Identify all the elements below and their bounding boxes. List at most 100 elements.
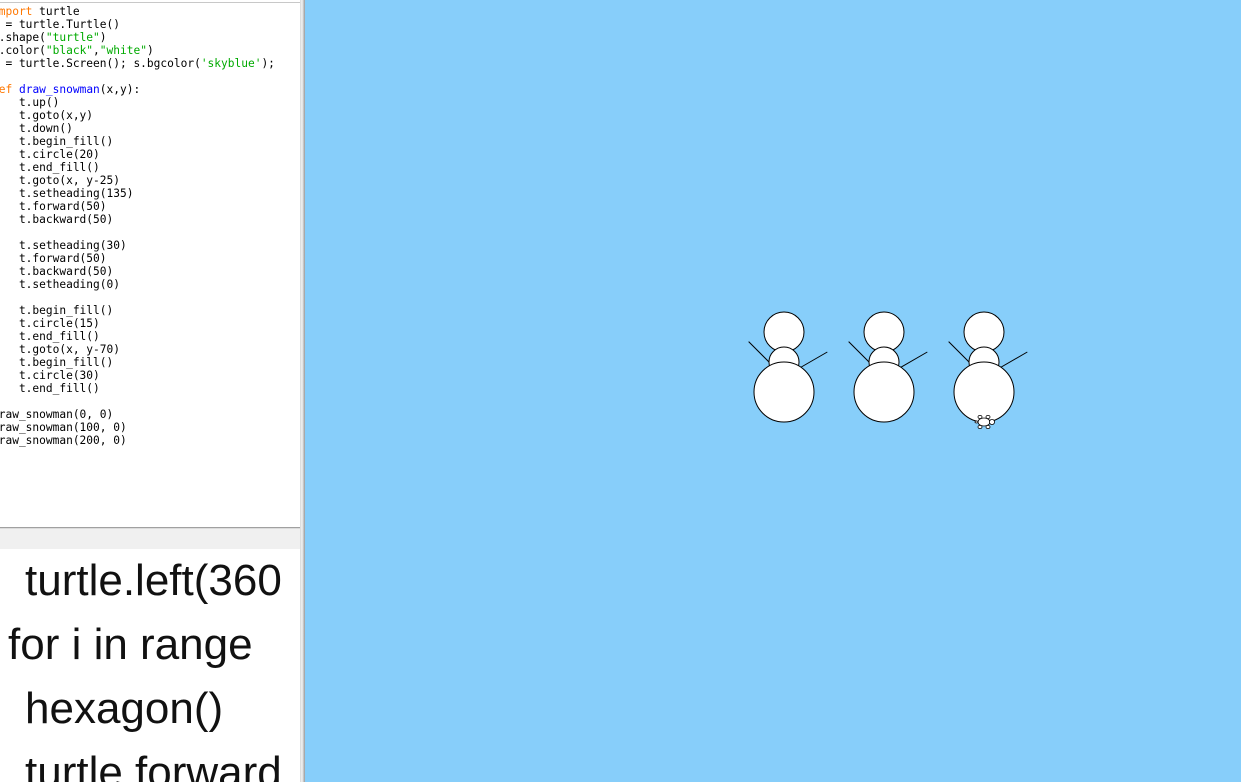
turtle-part (989, 419, 995, 425)
code-token: s = turtle.Screen(); s.bgcolor( (0, 57, 201, 70)
slide-line-turtle-forward: turtle.forward (25, 748, 282, 782)
code-token: "turtle" (45, 31, 100, 44)
code-line[interactable]: t.begin_fill() (0, 135, 275, 148)
code-token: t.backward(50) (0, 213, 114, 226)
code-line[interactable]: t.backward(50) (0, 213, 275, 226)
code-token: t.setheading(0) (0, 278, 120, 291)
turtle-part (977, 425, 983, 430)
code-token: t.setheading(30) (0, 239, 127, 252)
code-token: ) (99, 31, 107, 44)
code-line[interactable]: t.circle(15) (0, 317, 275, 330)
turtle-part (985, 415, 991, 420)
code-line[interactable]: t.color("black","white") (0, 44, 275, 57)
turtle-part (977, 415, 983, 420)
snowman-body (853, 361, 915, 423)
slide-line-for-loop: for i in range (8, 620, 253, 669)
code-token: t.backward(50) (0, 265, 114, 278)
turtle-drawing (305, 0, 1241, 782)
code-token: t.color( (0, 44, 46, 57)
turtle-part (977, 417, 991, 427)
code-line[interactable]: draw_snowman(100, 0) (0, 421, 275, 434)
code-line[interactable]: t.goto(x,y) (0, 109, 275, 122)
code-token: t.shape( (0, 31, 46, 44)
code-token: draw_snowman(200, 0) (0, 434, 127, 447)
code-token: t.circle(30) (0, 369, 100, 382)
code-line[interactable]: t.setheading(0) (0, 278, 275, 291)
code-token: t.end_fill() (0, 382, 100, 395)
code-token: t.setheading(135) (0, 187, 134, 200)
code-token: t.down() (0, 122, 73, 135)
snowman-head (763, 311, 805, 353)
code-token: t.begin_fill() (0, 135, 114, 148)
code-line[interactable]: t.begin_fill() (0, 304, 275, 317)
code-token: ) (146, 44, 154, 57)
code-token: draw_snowman (18, 83, 100, 96)
turtle-part (974, 420, 979, 424)
code-token: t.goto(x,y) (0, 109, 94, 122)
code-token: t.begin_fill() (0, 356, 114, 369)
code-line[interactable]: t.goto(x, y-70) (0, 343, 275, 356)
slide-line-hexagon: hexagon() (25, 684, 224, 733)
code-token: (x,y): (99, 83, 141, 96)
snowman-body (953, 361, 1015, 423)
code-line[interactable]: t.circle(20) (0, 148, 275, 161)
code-token: t.goto(x, y-25) (0, 174, 120, 187)
editor-top-edge (0, 0, 300, 3)
code-line[interactable]: draw_snowman(0, 0) (0, 408, 275, 421)
code-line[interactable]: t.shape("turtle") (0, 31, 275, 44)
code-token: def (0, 83, 13, 96)
code-line[interactable]: t.setheading(135) (0, 187, 275, 200)
turtle-part (985, 425, 991, 430)
code-line[interactable]: t.end_fill() (0, 330, 275, 343)
code-token: t.begin_fill() (0, 304, 114, 317)
code-text[interactable]: import turtlet = turtle.Turtle()t.shape(… (0, 5, 275, 447)
code-token: draw_snowman(0, 0) (0, 408, 114, 421)
code-line[interactable]: t.end_fill() (0, 161, 275, 174)
code-token: t.end_fill() (0, 330, 100, 343)
code-line[interactable]: t = turtle.Turtle() (0, 18, 275, 31)
code-token: t.end_fill() (0, 161, 100, 174)
code-token: t.circle(15) (0, 317, 100, 330)
code-editor[interactable]: import turtlet = turtle.Turtle()t.shape(… (0, 0, 300, 528)
code-token: turtle (32, 5, 80, 18)
code-line[interactable]: t.setheading(30) (0, 239, 275, 252)
code-token: "black" (45, 44, 94, 57)
code-token: import (0, 5, 33, 18)
code-token: t.forward(50) (0, 200, 107, 213)
code-line[interactable]: t.circle(30) (0, 369, 275, 382)
snowman-head (963, 311, 1005, 353)
code-line[interactable] (0, 291, 275, 304)
editor-status-gap (0, 528, 300, 549)
code-line[interactable]: t.up() (0, 96, 275, 109)
code-line[interactable]: t.goto(x, y-25) (0, 174, 275, 187)
slide-line-turtle-left: turtle.left(360 (25, 556, 282, 605)
code-line[interactable]: t.end_fill() (0, 382, 275, 395)
code-token: , (93, 44, 100, 57)
code-line[interactable]: t.begin_fill() (0, 356, 275, 369)
code-line[interactable] (0, 70, 275, 83)
slide-panel: turtle.left(360 for i in range hexagon()… (0, 549, 300, 782)
code-token: t.goto(x, y-70) (0, 343, 120, 356)
code-line[interactable]: draw_snowman(200, 0) (0, 434, 275, 447)
code-token: 'skyblue' (200, 57, 262, 70)
code-token: t.up() (18, 96, 60, 109)
code-line[interactable] (0, 395, 275, 408)
code-token: draw_snowman(100, 0) (0, 421, 127, 434)
code-token: t = turtle.Turtle() (0, 18, 120, 31)
code-line[interactable]: t.forward(50) (0, 252, 275, 265)
code-token: ); (261, 57, 275, 70)
code-line[interactable]: def draw_snowman(x,y): (0, 83, 275, 96)
code-line[interactable]: t.forward(50) (0, 200, 275, 213)
turtle-graphics-canvas[interactable] (305, 0, 1241, 782)
snowman-head (863, 311, 905, 353)
code-token: "white" (99, 44, 147, 57)
code-line[interactable] (0, 226, 275, 239)
snowman-body (753, 361, 815, 423)
code-token: t.circle(20) (0, 148, 100, 161)
code-line[interactable]: t.down() (0, 122, 275, 135)
code-line[interactable]: t.backward(50) (0, 265, 275, 278)
code-line[interactable]: import turtle (0, 5, 275, 18)
code-token: t.forward(50) (0, 252, 107, 265)
code-line[interactable]: s = turtle.Screen(); s.bgcolor('skyblue'… (0, 57, 275, 70)
